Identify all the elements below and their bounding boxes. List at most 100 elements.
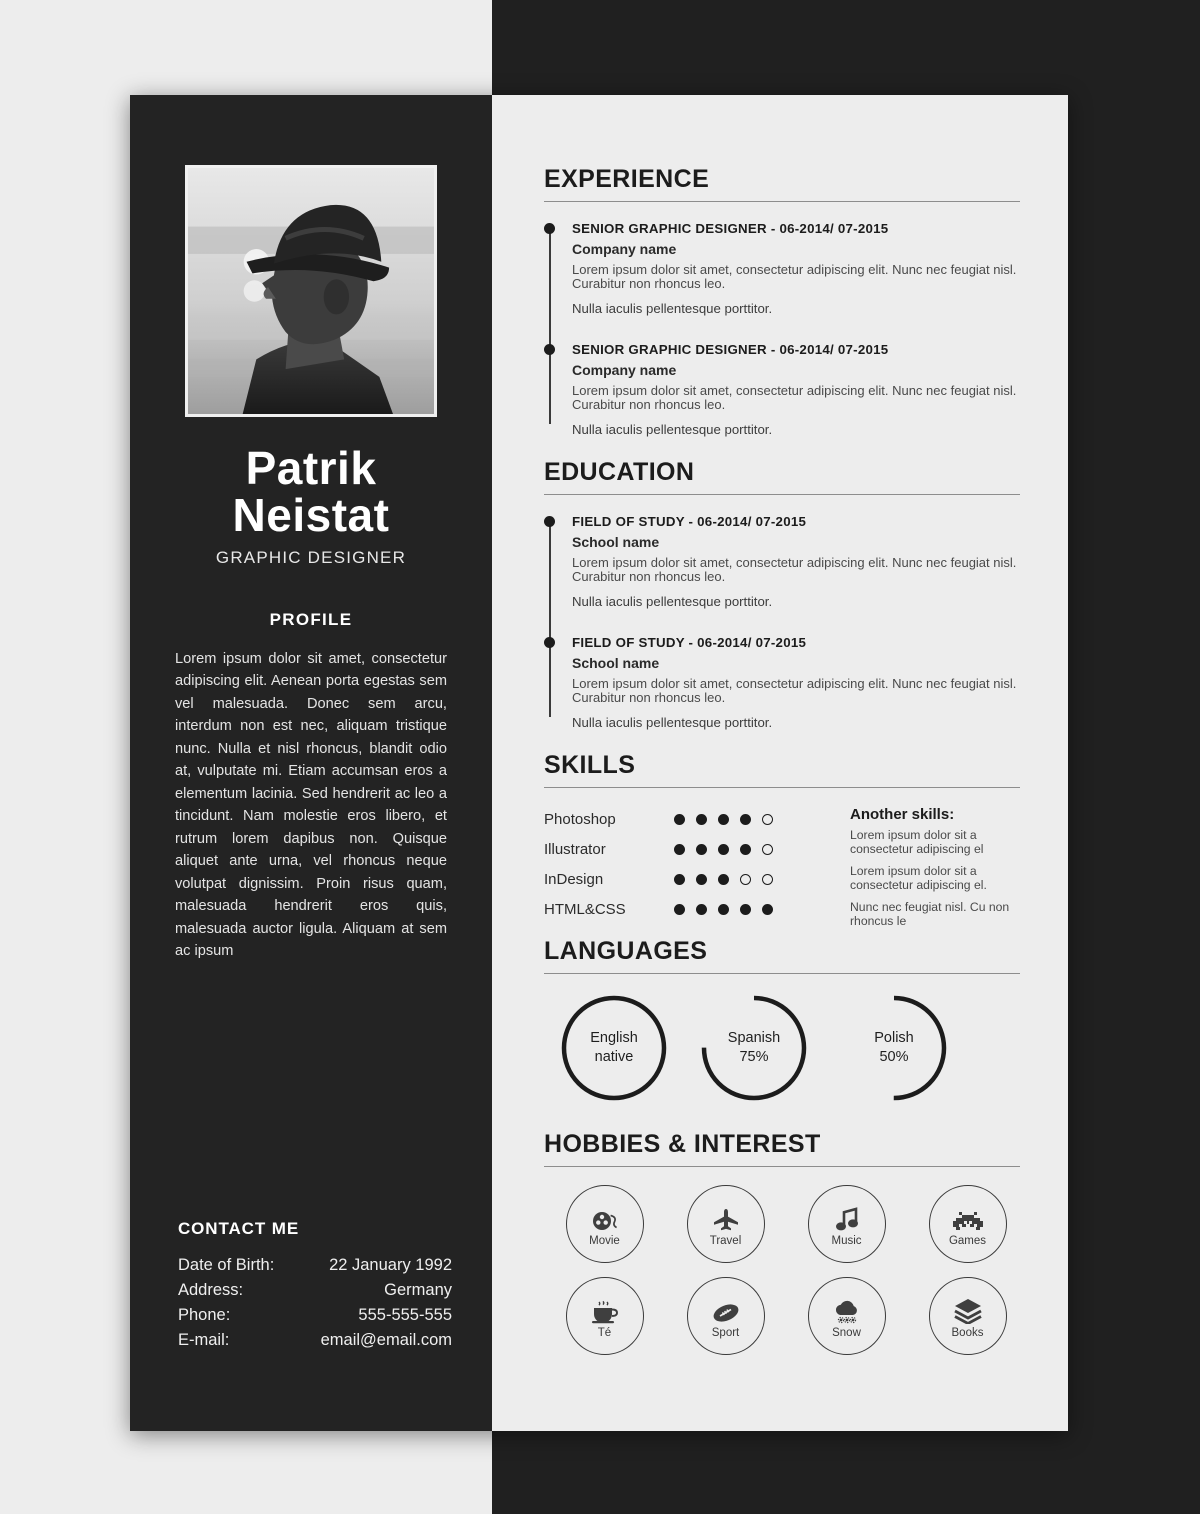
another-skill-item: Lorem ipsum dolor sit a consectetur adip…	[850, 828, 984, 856]
language-label: Spanish 75%	[698, 992, 810, 1104]
entry-description: Lorem ipsum dolor sit amet, consectetur …	[572, 262, 1017, 291]
rating-dot-filled	[696, 903, 707, 915]
education-timeline: FIELD OF STUDY - 06-2014/ 07-2015 School …	[544, 513, 1020, 731]
timeline-entry: SENIOR GRAPHIC DESIGNER - 06-2014/ 07-20…	[544, 220, 1020, 317]
entry-organization: Company name	[572, 362, 677, 378]
teacup-icon	[591, 1294, 619, 1324]
person-first-name: Patrik	[245, 442, 377, 494]
hobbies-grid: Movie Travel Music Games Té Sport Snow Books	[544, 1185, 1020, 1355]
contact-label: Address:	[178, 1281, 244, 1299]
rating-dot-filled	[718, 843, 729, 855]
language-name: English	[590, 1030, 638, 1046]
language-gauge: Spanish 75%	[698, 992, 810, 1104]
main-content: EXPERIENCE SENIOR GRAPHIC DESIGNER - 06-…	[492, 95, 1068, 1431]
hobby-item[interactable]: Books	[928, 1277, 1007, 1355]
space-invader-icon	[952, 1202, 983, 1232]
contact-rows: Date of Birth: 22 January 1992 Address: Ger…	[178, 1253, 452, 1353]
education-title: EDUCATION	[544, 458, 695, 486]
contact-label: Date of Birth:	[178, 1256, 275, 1274]
section-divider	[544, 1166, 1020, 1167]
contact-value[interactable]: 22 January 1992	[310, 1253, 452, 1278]
another-skills-title: Another skills:	[850, 806, 955, 823]
hobby-label: Sport	[711, 1326, 740, 1339]
hobby-label: Movie	[589, 1234, 620, 1247]
section-divider	[544, 494, 1020, 495]
another-skill-item: Nunc nec feugiat nisl. Cu non rhoncus le	[850, 900, 1010, 928]
hobby-item[interactable]: Snow	[807, 1277, 886, 1355]
contact-value[interactable]: 555-555-555	[310, 1303, 452, 1328]
contact-section: CONTACT ME Date of Birth: 22 January 1992…	[178, 1219, 452, 1353]
entry-note: Nulla iaculis pellentesque porttitor.	[572, 422, 773, 437]
skill-rating	[674, 903, 773, 915]
rating-dot-filled	[696, 873, 707, 885]
languages-title: LANGUAGES	[544, 937, 708, 965]
hobby-item[interactable]: Té	[565, 1277, 644, 1355]
section-divider	[544, 201, 1020, 202]
entry-organization: Company name	[572, 241, 677, 257]
hobby-item[interactable]: Music	[807, 1185, 886, 1263]
another-skills: Another skills: Lorem ipsum dolor sit a …	[844, 806, 1020, 937]
contact-label: Phone:	[178, 1306, 231, 1324]
timeline-bullet-icon	[544, 516, 555, 527]
hobby-label: Music	[831, 1234, 862, 1247]
section-divider	[544, 787, 1020, 788]
contact-value[interactable]: Germany	[310, 1278, 452, 1303]
experience-title: EXPERIENCE	[544, 165, 710, 193]
hobby-item[interactable]: Games	[928, 1185, 1007, 1263]
languages-section: LANGUAGES English native Spanish 75% Polish 5…	[544, 937, 1020, 1104]
skill-name: InDesign	[544, 870, 604, 888]
profile-text: Lorem ipsum dolor sit amet, consectetur …	[175, 650, 447, 960]
another-skills-list: Lorem ipsum dolor sit a consectetur adip…	[850, 828, 1020, 928]
skill-name: HTML&CSS	[544, 900, 626, 918]
contact-title: CONTACT ME	[178, 1219, 300, 1238]
rating-dot-filled	[674, 813, 685, 825]
sidebar: Patrik Neistat GRAPHIC DESIGNER PROFILE …	[130, 95, 492, 1431]
hobby-item[interactable]: Movie	[565, 1185, 644, 1263]
rating-dot-filled	[740, 813, 751, 825]
skill-row: InDesign	[544, 866, 844, 892]
rating-dot-empty	[762, 873, 773, 885]
timeline-bullet-icon	[544, 223, 555, 234]
skill-row: Illustrator	[544, 836, 844, 862]
rating-dot-filled	[674, 873, 685, 885]
entry-role: FIELD OF STUDY - 06-2014/ 07-2015	[572, 514, 807, 529]
hobby-item[interactable]: Sport	[686, 1277, 765, 1355]
rating-dot-empty	[762, 813, 773, 825]
profile-photo	[185, 165, 437, 417]
rating-dot-filled	[762, 903, 773, 915]
resume-page: Patrik Neistat GRAPHIC DESIGNER PROFILE …	[130, 95, 1068, 1431]
hobby-item[interactable]: Travel	[686, 1185, 765, 1263]
contact-row: Address: Germany	[178, 1278, 452, 1303]
contact-row: Date of Birth: 22 January 1992	[178, 1253, 452, 1278]
skills-title: SKILLS	[544, 751, 636, 779]
language-gauge: Polish 50%	[838, 992, 950, 1104]
timeline-bullet-icon	[544, 344, 555, 355]
language-label: English native	[558, 992, 670, 1104]
hobby-label: Travel	[709, 1234, 742, 1247]
football-icon	[712, 1294, 740, 1324]
entry-role: SENIOR GRAPHIC DESIGNER - 06-2014/ 07-20…	[572, 221, 889, 236]
skill-rating	[674, 813, 773, 825]
entry-description: Lorem ipsum dolor sit amet, consectetur …	[572, 383, 1017, 412]
experience-timeline: SENIOR GRAPHIC DESIGNER - 06-2014/ 07-20…	[544, 220, 1020, 438]
person-name: Patrik Neistat	[175, 442, 447, 540]
section-divider	[544, 973, 1020, 974]
skill-rating	[674, 873, 773, 885]
rating-dot-filled	[740, 843, 751, 855]
person-role: GRAPHIC DESIGNER	[215, 547, 407, 567]
language-label: Polish 50%	[838, 992, 950, 1104]
skill-row: Photoshop	[544, 806, 844, 832]
contact-row: E-mail: email@email.com	[178, 1328, 452, 1353]
entry-description: Lorem ipsum dolor sit amet, consectetur …	[572, 676, 1017, 705]
hobby-label: Snow	[832, 1326, 861, 1339]
books-stack-icon	[953, 1294, 982, 1324]
contact-value[interactable]: email@email.com	[310, 1328, 452, 1353]
rating-dot-filled	[718, 903, 729, 915]
another-skill-item: Lorem ipsum dolor sit a consectetur adip…	[850, 864, 987, 892]
film-reel-icon	[592, 1202, 618, 1232]
hobby-label: Books	[951, 1326, 984, 1339]
timeline-entry: SENIOR GRAPHIC DESIGNER - 06-2014/ 07-20…	[544, 341, 1020, 438]
skills-list: Photoshop Illustrator InDesign HTML&CSS	[544, 806, 844, 937]
rating-dot-filled	[740, 903, 751, 915]
timeline-entry: FIELD OF STUDY - 06-2014/ 07-2015 School …	[544, 513, 1020, 610]
